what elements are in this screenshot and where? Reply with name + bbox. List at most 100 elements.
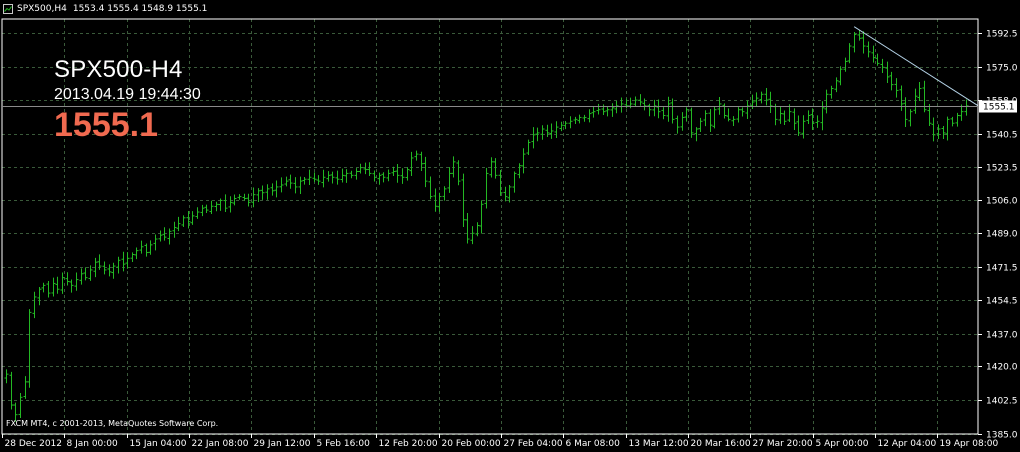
candle [307,169,312,186]
candle [158,230,163,242]
candle [493,158,498,179]
candle [302,176,307,185]
candle [619,97,624,113]
candle [363,162,368,175]
candle [4,369,9,384]
candle [545,124,550,137]
candle [829,85,834,99]
candle [470,226,475,245]
candle [638,94,643,106]
candle [661,107,666,120]
candle [479,200,484,234]
candle [503,186,508,202]
candle [55,276,60,294]
candle [153,234,158,251]
candle [512,171,517,193]
candle [908,109,913,127]
candle [950,116,955,127]
candle [358,163,363,174]
candle [475,222,480,237]
candle [381,172,386,183]
candle [69,279,74,293]
candle [540,125,545,140]
candle [79,268,84,285]
candle [964,99,969,116]
candle [922,80,927,113]
x-tick-label: 12 Apr 04:00 [878,439,937,449]
candle [223,194,228,213]
candle [517,163,522,179]
candle [894,78,899,98]
candle [451,156,456,178]
copyright-text: FXCM MT4, c 2001-2013, MetaQuotes Softwa… [6,419,219,428]
candle [228,196,233,213]
x-tick-label: 6 Mar 08:00 [566,439,621,449]
candle [200,204,205,217]
candle [587,109,592,123]
candle [437,192,442,212]
candle [507,184,512,203]
candle [847,43,852,64]
candle [134,247,139,260]
trendline[interactable] [853,26,979,107]
candle [293,177,298,194]
candle [139,240,144,254]
candle [409,151,414,176]
candle [843,57,848,72]
x-tick-label: 19 Apr 08:00 [940,439,999,449]
candle [237,194,242,200]
candle [801,115,806,139]
candle [778,107,783,124]
candle [298,176,303,194]
candle [27,309,32,388]
x-tick-label: 28 Dec 2012 [5,439,63,449]
candle [386,169,391,182]
candle [419,151,424,172]
candle [708,108,713,132]
candle [689,107,694,138]
trendline-layer [853,26,979,107]
candle [866,41,871,58]
candle [834,77,839,93]
candle [60,272,65,294]
y-tick-label: 1454.5 [986,297,1018,307]
x-tick-label: 27 Feb 04:00 [504,439,563,449]
chart-window[interactable]: 1592.51575.01558.01540.51523.51506.01489… [0,0,1020,452]
candle [204,204,209,213]
candle [605,106,610,117]
candle [423,156,428,188]
candle [367,162,372,176]
candle [65,272,70,286]
candle [256,188,261,203]
candle [377,172,382,185]
candle [875,53,880,66]
candle [554,121,559,139]
candle [526,139,531,155]
y-tick-label: 1575.0 [986,64,1018,74]
candle [456,160,461,186]
candle [531,127,536,149]
candle [405,167,410,181]
candle [465,212,470,244]
candle [647,103,652,117]
x-tick-label: 8 Jan 00:00 [67,439,119,449]
candle [232,194,237,206]
candle [573,116,578,124]
candle [195,207,200,219]
candle [880,58,885,73]
candle [792,108,797,130]
y-tick-label: 1489.0 [986,230,1018,240]
candle [899,85,904,111]
candle [181,215,186,227]
candle [312,172,317,183]
candle [582,114,587,122]
symbol-overlay: SPX500-H4 [54,56,183,83]
candle [326,171,331,182]
candle [391,166,396,177]
candle [270,183,275,196]
candle [214,201,219,212]
candle [740,107,745,117]
y-tick-label: 1523.5 [986,164,1018,174]
candle [903,97,908,127]
candle [806,110,811,125]
